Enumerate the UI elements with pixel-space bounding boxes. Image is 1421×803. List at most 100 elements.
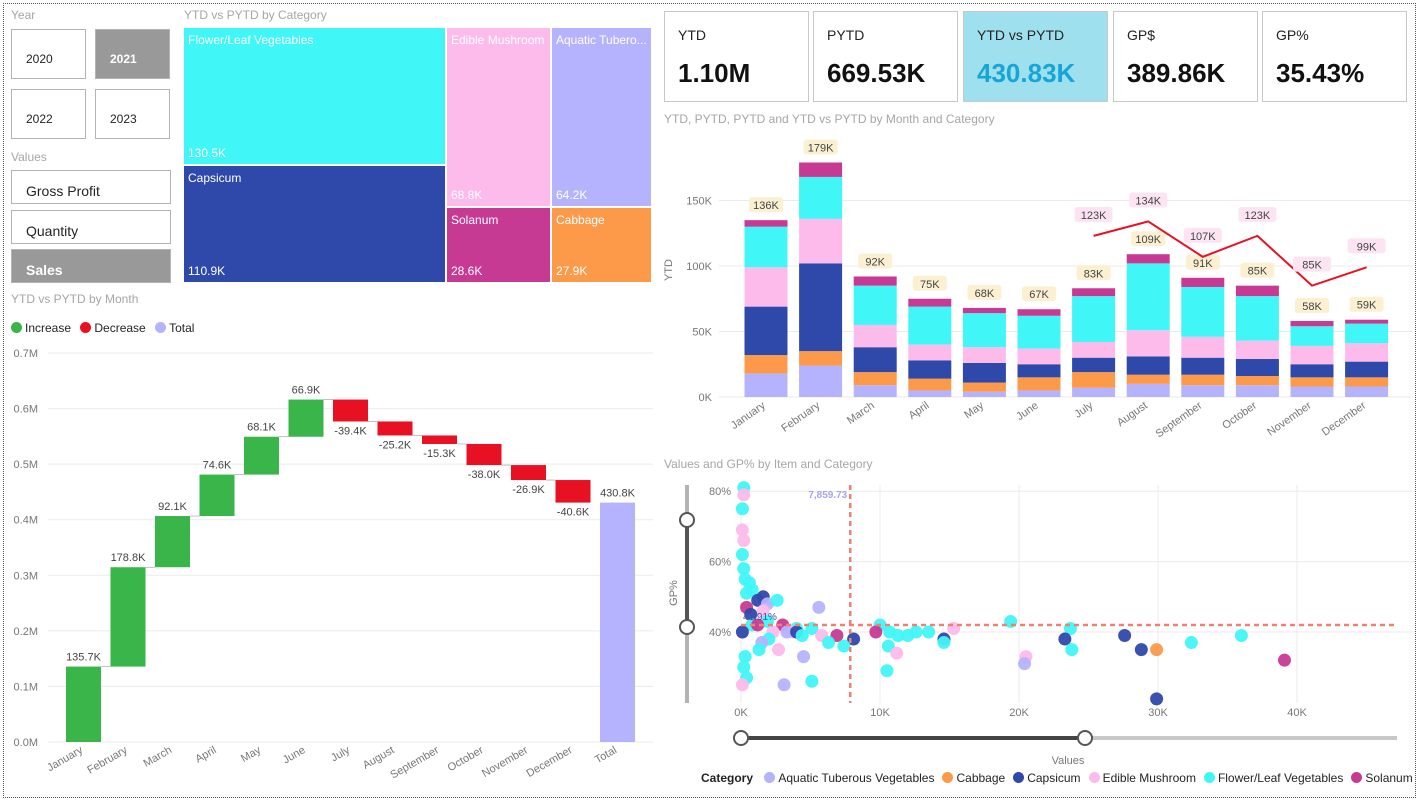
total-label: 67K (1029, 289, 1049, 301)
stacked-bar-segment (853, 372, 897, 386)
scatter-title: Values and GP% by Item and Category (664, 457, 873, 471)
legend-increase-dot (11, 322, 22, 333)
y-average-label: 41.91% (743, 612, 777, 623)
legend-item-cabbage[interactable]: Cabbage (942, 771, 1005, 785)
legend-dot (764, 772, 776, 783)
stacked-bar-segment (908, 306, 952, 345)
waterfall-title: YTD vs PYTD by Month (11, 292, 139, 306)
data-label: 178.8K (111, 552, 147, 564)
legend-decrease-label: Decrease (94, 321, 146, 335)
value-gross-profit-button[interactable]: Gross Profit (11, 170, 171, 204)
scatter-point (1065, 643, 1079, 657)
kpi-card-gp-percent[interactable]: GP% 35.43% (1262, 11, 1407, 102)
stacked-bar-segment (1017, 309, 1061, 316)
stacked-bar-segment (744, 306, 788, 356)
tile-value: 110.9K (188, 264, 226, 278)
kpi-card-gp-dollar[interactable]: GP$ 389.86K (1113, 11, 1258, 102)
y-tick-label: 40% (709, 627, 731, 639)
legend-item-capsicum[interactable]: Capsicum (1013, 771, 1081, 785)
stacked-bar-segment (853, 324, 897, 348)
scatter-point (805, 674, 819, 688)
stacked-bar-segment (908, 344, 952, 361)
legend-increase-label: Increase (25, 321, 72, 335)
tile-value: 27.9K (556, 264, 588, 278)
year-2021-button[interactable]: 2021 (95, 29, 170, 79)
y-tick-label: 80% (709, 486, 731, 498)
waterfall-bar (600, 502, 635, 742)
stacked-bar-segment (962, 382, 1006, 392)
stacked-bar-segment (962, 313, 1006, 348)
legend-item-flower[interactable]: Flower/Leaf Vegetables (1203, 771, 1343, 785)
y-tick-label: 0.3M (14, 570, 38, 582)
x-tick-label: 30K (1148, 707, 1168, 719)
x-tick-label: March (845, 400, 877, 427)
tile-value: 64.2K (556, 188, 588, 202)
waterfall-bar (555, 480, 591, 503)
x-tick-label: June (1014, 400, 1040, 424)
total-label: 68K (975, 288, 995, 300)
legend-dot (942, 772, 954, 783)
stacked-bar-segment (1181, 357, 1225, 375)
stacked-bar-segment (799, 162, 843, 177)
y-range-slider-handle-top[interactable] (679, 512, 695, 528)
legend-decrease[interactable]: Decrease (80, 321, 146, 335)
legend-label: Aquatic Tuberous Vegetables (778, 771, 935, 785)
treemap-tile-capsicum[interactable]: Capsicum 110.9K (184, 166, 447, 284)
scatter-point (1277, 653, 1291, 667)
treemap-tile-flower[interactable]: Flower/Leaf Vegetables 130.5K (184, 28, 447, 166)
x-tick-label: June (281, 744, 308, 766)
waterfall-bar (333, 399, 368, 422)
stacked-bar-segment (799, 365, 843, 397)
legend-total-label: Total (169, 321, 195, 335)
total-label: 179K (808, 143, 834, 155)
treemap-tile-mushroom[interactable]: Edible Mushroom 68.8K (447, 28, 552, 208)
scatter-point (922, 625, 936, 639)
stacked-bar-segment (1181, 385, 1225, 397)
scatter-point (1150, 643, 1164, 657)
kpi-value: 35.43% (1276, 58, 1365, 88)
year-2020-button[interactable]: 2020 (11, 29, 86, 79)
total-label: 91K (1193, 258, 1213, 270)
stacked-bar-segment (1235, 376, 1279, 386)
y-range-slider-handle-bottom[interactable] (679, 619, 695, 635)
kpi-card-pytd[interactable]: PYTD 669.53K (813, 11, 958, 102)
scatter-point (795, 629, 809, 643)
value-sales-button[interactable]: Sales (11, 249, 171, 283)
data-label: 68.1K (247, 422, 276, 434)
scatter-point (735, 548, 749, 562)
tile-name: Flower/Leaf Vegetables (188, 33, 314, 47)
legend-item-aquatic[interactable]: Aquatic Tuberous Vegetables (764, 771, 934, 785)
x-tick-label: Total (593, 744, 619, 766)
value-quantity-button[interactable]: Quantity (11, 210, 171, 244)
waterfall-legend: Increase Decrease Total (11, 321, 194, 335)
x-range-slider-handle-left[interactable] (733, 730, 749, 746)
legend-total[interactable]: Total (155, 321, 194, 335)
scatter-point (880, 664, 894, 678)
legend-item-solanum[interactable]: Solanum (1351, 771, 1413, 785)
stacked-bar-segment (1181, 286, 1225, 337)
value-gross-profit-label: Gross Profit (26, 183, 100, 199)
year-2021-label: 2021 (110, 52, 137, 66)
legend-dot (1203, 772, 1215, 783)
data-label: -26.9K (512, 484, 545, 496)
x-tick-label: January (45, 744, 85, 774)
total-label: 83K (1084, 268, 1104, 280)
scatter-point (1118, 629, 1132, 643)
x-tick-label: 10K (870, 707, 890, 719)
legend-label: Solanum (1365, 771, 1413, 785)
treemap-tile-solanum[interactable]: Solanum 28.6K (447, 208, 552, 284)
x-average-label: 7,859.73 (808, 490, 847, 501)
kpi-card-ytd[interactable]: YTD 1.10M (664, 11, 809, 102)
treemap-tile-aquatic[interactable]: Aquatic Tubero... 64.2K (552, 28, 653, 208)
values-slicer-title: Values (11, 150, 47, 164)
treemap-tile-cabbage[interactable]: Cabbage 27.9K (552, 208, 653, 284)
legend-increase[interactable]: Increase (11, 321, 71, 335)
kpi-card-ytd-vs-pytd[interactable]: YTD vs PYTD 430.83K (963, 11, 1108, 102)
year-2023-button[interactable]: 2023 (95, 89, 170, 139)
x-tick-label: December (1320, 399, 1369, 438)
x-range-slider-handle-right[interactable] (1077, 730, 1093, 746)
kpi-title: GP% (1276, 27, 1309, 43)
year-2022-button[interactable]: 2022 (11, 89, 86, 139)
x-axis-label: Values (1052, 755, 1085, 767)
legend-item-mushroom[interactable]: Edible Mushroom (1088, 771, 1196, 785)
